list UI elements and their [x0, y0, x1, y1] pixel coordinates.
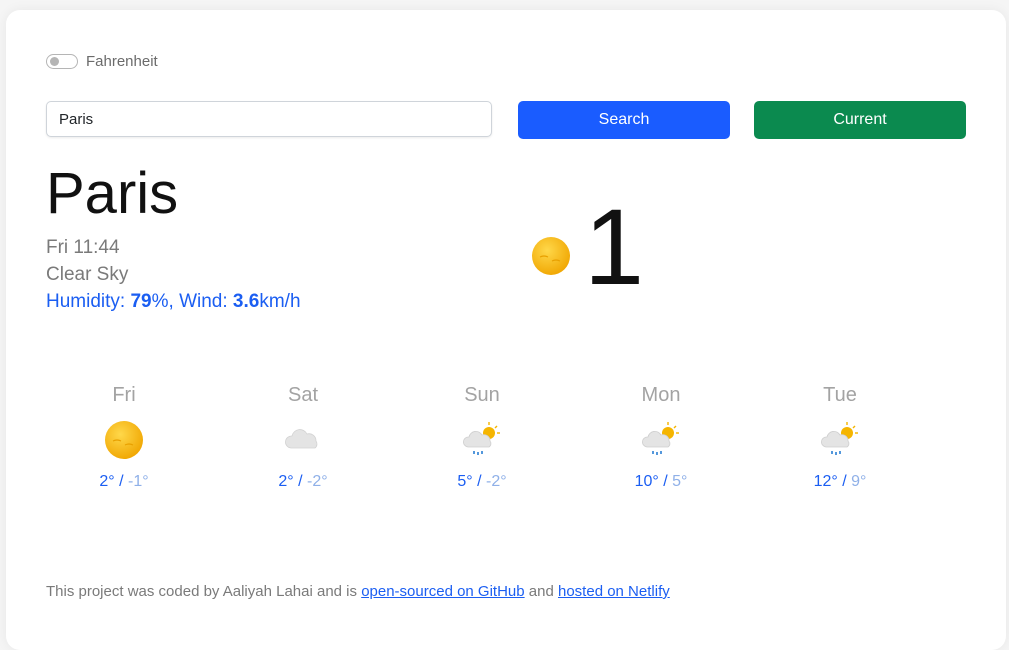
forecast-day: Tue 12° / 9° [780, 384, 900, 491]
sun-icon [532, 237, 570, 275]
footer: This project was coded by Aaliyah Lahai … [46, 583, 670, 600]
weather-card: Fahrenheit Search Current Paris Fri 11:4… [6, 10, 1006, 650]
toggle-switch[interactable] [46, 54, 78, 69]
forecast-day: Sat 2° / -2° [243, 384, 363, 491]
wind-label: , Wind: [168, 291, 233, 312]
forecast-day-name: Fri [112, 384, 136, 406]
weather-description: Clear Sky [46, 264, 129, 285]
temp-separator: / [114, 473, 128, 490]
forecast-day: Mon 10° / 5° [601, 384, 721, 491]
humidity-label: Humidity: [46, 291, 131, 312]
forecast-max: 2° [99, 473, 115, 490]
forecast-day-name: Sun [464, 384, 500, 406]
forecast-min: -1° [128, 473, 149, 490]
toggle-knob [50, 57, 59, 66]
forecast-max: 12° [813, 473, 838, 490]
sun-cloud-rain-icon [821, 422, 858, 455]
current-location-button[interactable]: Current [754, 101, 966, 139]
forecast-day-name: Tue [823, 384, 857, 406]
temp-separator: / [837, 473, 852, 490]
footer-text-middle: and [524, 583, 558, 600]
forecast-temps: 5° / -2° [422, 473, 542, 491]
github-link[interactable]: open-sourced on GitHub [361, 583, 524, 600]
forecast-min: 9° [851, 473, 867, 490]
fahrenheit-toggle[interactable]: Fahrenheit [46, 53, 158, 70]
temp-separator: / [658, 473, 673, 490]
cloud-icon [285, 429, 318, 449]
city-name: Paris [46, 161, 179, 226]
forecast-max: 2° [278, 473, 294, 490]
forecast-temps: 2° / -1° [64, 473, 184, 491]
sun-icon [105, 421, 143, 459]
current-temperature: 1 [584, 186, 645, 307]
forecast-temps: 2° / -2° [243, 473, 363, 491]
temp-separator: / [293, 473, 307, 490]
wind-unit: km/h [259, 291, 301, 312]
forecast-min: 5° [672, 473, 688, 490]
forecast-max: 5° [457, 473, 473, 490]
temp-separator: / [472, 473, 486, 490]
humidity-value: 79 [130, 291, 152, 312]
forecast-min: -2° [486, 473, 507, 490]
forecast-day: Sun 5° / -2° [422, 384, 542, 491]
toggle-label: Fahrenheit [86, 53, 158, 70]
humidity-unit: % [151, 291, 169, 312]
forecast-min: -2° [307, 473, 328, 490]
weather-details: Humidity: 79%, Wind: 3.6km/h [46, 291, 301, 313]
forecast-day-name: Sat [287, 384, 319, 406]
search-button[interactable]: Search [518, 101, 730, 139]
footer-text: This project was coded by Aaliyah Lahai … [46, 583, 362, 600]
forecast-temps: 10° / 5° [601, 473, 721, 491]
forecast-max: 10° [634, 473, 659, 490]
netlify-link[interactable]: hosted on Netlify [558, 583, 670, 600]
forecast-day: Fri 2° / -1° [64, 384, 184, 491]
sun-cloud-rain-icon [642, 422, 679, 455]
forecast-row: Fri 2° / -1° Sat 2° / -2° Sun 5° / -2° M… [36, 384, 976, 514]
sun-cloud-rain-icon [463, 422, 500, 455]
forecast-day-name: Mon [641, 384, 681, 406]
wind-value: 3.6 [232, 291, 260, 312]
city-search-input[interactable] [46, 101, 492, 137]
forecast-temps: 12° / 9° [780, 473, 900, 491]
date-time: Fri 11:44 [46, 237, 120, 258]
